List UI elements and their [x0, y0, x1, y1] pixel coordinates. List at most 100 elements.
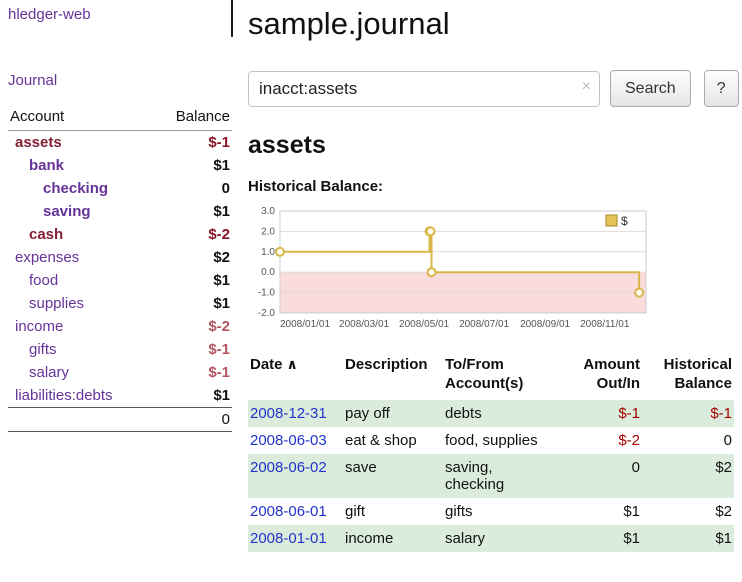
transaction-description: income: [343, 525, 443, 552]
account-row-income: income $-2: [8, 315, 232, 338]
svg-text:2008/01/01: 2008/01/01: [280, 319, 330, 330]
search-button[interactable]: Search: [610, 70, 691, 107]
account-balance: $-2: [153, 315, 232, 338]
account-link[interactable]: bank: [29, 157, 64, 174]
account-row-assets: assets $-1: [8, 131, 232, 155]
transaction-balance: $1: [642, 525, 734, 552]
svg-text:2008/09/01: 2008/09/01: [520, 319, 570, 330]
account-balance: $2: [153, 246, 232, 269]
account-balance: $1: [153, 269, 232, 292]
account-heading: assets: [248, 131, 734, 159]
accounts-table: Account Balance assets $-1 bank $1 check…: [8, 106, 232, 432]
transaction-accounts: gifts: [443, 498, 568, 525]
accounts-col-account: Account: [8, 106, 153, 131]
page-title: sample.journal: [248, 6, 734, 42]
transaction-date-link[interactable]: 2008-01-01: [250, 530, 327, 547]
chart-title: Historical Balance:: [248, 178, 734, 195]
transaction-description: pay off: [343, 400, 443, 427]
account-row-supplies: supplies $1: [8, 292, 232, 315]
account-link[interactable]: cash: [29, 226, 63, 243]
account-row-salary: salary $-1: [8, 361, 232, 384]
search-box: ×: [248, 71, 600, 107]
account-balance: $1: [153, 292, 232, 315]
transaction-amount: 0: [568, 454, 642, 498]
clear-search-icon[interactable]: ×: [582, 79, 591, 95]
account-link[interactable]: gifts: [29, 341, 57, 358]
account-balance: $1: [153, 154, 232, 177]
account-link[interactable]: checking: [43, 180, 108, 197]
transaction-balance: $-1: [642, 400, 734, 427]
register-col-date[interactable]: Date∧: [248, 353, 343, 400]
account-link[interactable]: assets: [15, 134, 62, 151]
account-link[interactable]: liabilities:debts: [15, 387, 113, 404]
svg-text:2008/11/01: 2008/11/01: [580, 319, 630, 330]
transaction-accounts: salary: [443, 525, 568, 552]
date-column-label: Date: [250, 356, 283, 373]
transaction-balance: 0: [642, 427, 734, 454]
transaction-date-link[interactable]: 2008-06-03: [250, 432, 327, 449]
account-row-cash: cash $-2: [8, 223, 232, 246]
register-header-row: Date∧ Description To/From Account(s) Amo…: [248, 353, 734, 400]
register-row: 2008-01-01 income salary $1 $1: [248, 525, 734, 552]
account-balance: $-1: [153, 131, 232, 155]
account-link[interactable]: salary: [29, 364, 69, 381]
transaction-accounts: debts: [443, 400, 568, 427]
register-col-amount: Amount Out/In: [568, 353, 642, 400]
app-title-link[interactable]: hledger-web: [8, 6, 91, 23]
transaction-date-link[interactable]: 2008-06-01: [250, 503, 327, 520]
register-row: 2008-06-03 eat & shop food, supplies $-2…: [248, 427, 734, 454]
svg-text:2.0: 2.0: [261, 226, 275, 237]
account-row-expenses: expenses $2: [8, 246, 232, 269]
register-col-accounts: To/From Account(s): [443, 353, 568, 400]
main-content: sample.journal × Search ? assets Histori…: [248, 0, 734, 552]
svg-text:-1.0: -1.0: [258, 288, 276, 299]
account-row-gifts: gifts $-1: [8, 338, 232, 361]
transaction-description: gift: [343, 498, 443, 525]
account-balance: $-1: [153, 361, 232, 384]
account-row-bank: bank $1: [8, 154, 232, 177]
transaction-date-link[interactable]: 2008-12-31: [250, 405, 327, 422]
account-balance: $-2: [153, 223, 232, 246]
accounts-col-balance: Balance: [153, 106, 232, 131]
account-balance: $-1: [153, 338, 232, 361]
transaction-accounts: saving, checking: [443, 454, 568, 498]
accounts-total: 0: [153, 408, 232, 432]
svg-text:2008/05/01: 2008/05/01: [399, 319, 449, 330]
account-link[interactable]: income: [15, 318, 63, 335]
transaction-amount: $-1: [568, 400, 642, 427]
help-button[interactable]: ?: [704, 70, 739, 107]
search-input[interactable]: [248, 71, 600, 107]
sidebar-item-journal[interactable]: Journal: [8, 72, 57, 89]
transaction-amount: $1: [568, 525, 642, 552]
account-row-saving: saving $1: [8, 200, 232, 223]
accounts-header-row: Account Balance: [8, 106, 232, 131]
account-link[interactable]: supplies: [29, 295, 84, 312]
transaction-amount: $1: [568, 498, 642, 525]
sort-asc-icon: ∧: [287, 356, 298, 372]
svg-text:2008/07/01: 2008/07/01: [459, 319, 509, 330]
register-row: 2008-12-31 pay off debts $-1 $-1: [248, 400, 734, 427]
account-link[interactable]: expenses: [15, 249, 79, 266]
svg-text:2008/03/01: 2008/03/01: [339, 319, 389, 330]
account-row-liabilities-debts: liabilities:debts $1: [8, 384, 232, 408]
transaction-accounts: food, supplies: [443, 427, 568, 454]
transaction-description: save: [343, 454, 443, 498]
account-link[interactable]: saving: [43, 203, 91, 220]
register-row: 2008-06-02 save saving, checking 0 $2: [248, 454, 734, 498]
register-table: Date∧ Description To/From Account(s) Amo…: [248, 353, 734, 552]
account-balance: 0: [153, 177, 232, 200]
svg-text:0.0: 0.0: [261, 267, 275, 278]
transaction-description: eat & shop: [343, 427, 443, 454]
register-row: 2008-06-01 gift gifts $1 $2: [248, 498, 734, 525]
svg-text:1.0: 1.0: [261, 247, 275, 258]
svg-text:3.0: 3.0: [261, 206, 275, 217]
accounts-total-row: 0: [8, 408, 232, 432]
transaction-balance: $2: [642, 454, 734, 498]
transaction-date-link[interactable]: 2008-06-02: [250, 459, 327, 476]
account-row-checking: checking 0: [8, 177, 232, 200]
account-link[interactable]: food: [29, 272, 58, 289]
account-balance: $1: [153, 384, 232, 408]
account-row-food: food $1: [8, 269, 232, 292]
transaction-balance: $2: [642, 498, 734, 525]
svg-text:-2.0: -2.0: [258, 308, 276, 319]
